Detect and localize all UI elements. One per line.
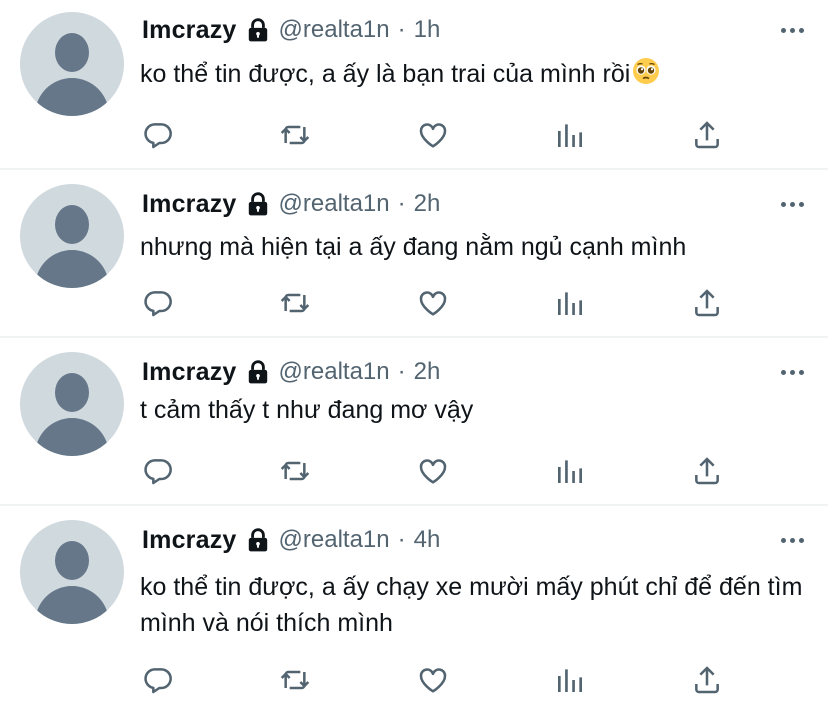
tweet-header: Imcrazy @realta1n · 4h xyxy=(142,523,440,557)
avatar[interactable] xyxy=(20,352,124,456)
tweet-actions xyxy=(0,286,828,320)
tweet-text-body: t cảm thấy t như đang mơ vậy xyxy=(140,396,474,424)
analytics-icon[interactable] xyxy=(553,286,587,320)
separator-dot: · xyxy=(397,16,406,43)
tweet-text-body: ko thể tin được, a ấy là bạn trai của mì… xyxy=(140,60,631,88)
tweet-text-body: ko thể tin được, a ấy chạy xe mười mấy p… xyxy=(140,573,803,637)
share-icon[interactable] xyxy=(690,118,724,152)
tweet[interactable]: Imcrazy @realta1n · 2h t cảm thấy t như … xyxy=(0,338,828,504)
user-handle[interactable]: @realta1n xyxy=(279,526,390,554)
retweet-icon[interactable] xyxy=(278,663,312,697)
reply-icon[interactable] xyxy=(141,663,175,697)
display-name[interactable]: Imcrazy xyxy=(142,16,237,45)
lock-icon xyxy=(245,527,271,553)
lock-icon xyxy=(245,191,271,217)
separator-dot: · xyxy=(397,526,406,553)
timestamp[interactable]: 1h xyxy=(414,16,441,44)
tweet-actions xyxy=(0,663,828,697)
tweet-actions xyxy=(0,118,828,152)
timestamp[interactable]: 2h xyxy=(414,190,441,218)
more-dots-icon[interactable] xyxy=(781,370,804,375)
tweet-header: Imcrazy @realta1n · 1h xyxy=(142,13,440,47)
display-name[interactable]: Imcrazy xyxy=(142,358,237,387)
analytics-icon[interactable] xyxy=(553,663,587,697)
retweet-icon[interactable] xyxy=(278,454,312,488)
tweet-feed: Imcrazy @realta1n · 1h ko thể tin được, … xyxy=(0,0,828,709)
display-name[interactable]: Imcrazy xyxy=(142,190,237,219)
tweet-header: Imcrazy @realta1n · 2h xyxy=(142,187,440,221)
tweet[interactable]: Imcrazy @realta1n · 1h ko thể tin được, … xyxy=(0,0,828,168)
share-icon[interactable] xyxy=(690,454,724,488)
user-handle[interactable]: @realta1n xyxy=(279,358,390,386)
share-icon[interactable] xyxy=(690,286,724,320)
share-icon[interactable] xyxy=(690,663,724,697)
tweet[interactable]: Imcrazy @realta1n · 4h ko thể tin được, … xyxy=(0,506,828,709)
retweet-icon[interactable] xyxy=(278,286,312,320)
separator-dot: · xyxy=(397,358,406,385)
separator-dot: · xyxy=(397,190,406,217)
reply-icon[interactable] xyxy=(141,454,175,488)
reply-icon[interactable] xyxy=(141,286,175,320)
avatar[interactable] xyxy=(20,520,124,624)
avatar[interactable] xyxy=(20,12,124,116)
user-handle[interactable]: @realta1n xyxy=(279,190,390,218)
pleading-face-emoji-icon xyxy=(632,57,660,95)
tweet[interactable]: Imcrazy @realta1n · 2h nhưng mà hiện tại… xyxy=(0,170,828,336)
more-dots-icon[interactable] xyxy=(781,538,804,543)
heart-icon[interactable] xyxy=(416,454,450,488)
more-dots-icon[interactable] xyxy=(781,28,804,33)
tweet-header: Imcrazy @realta1n · 2h xyxy=(142,355,440,389)
lock-icon xyxy=(245,359,271,385)
heart-icon[interactable] xyxy=(416,286,450,320)
reply-icon[interactable] xyxy=(141,118,175,152)
heart-icon[interactable] xyxy=(416,118,450,152)
timestamp[interactable]: 4h xyxy=(414,526,441,554)
tweet-actions xyxy=(0,454,828,488)
retweet-icon[interactable] xyxy=(278,118,312,152)
heart-icon[interactable] xyxy=(416,663,450,697)
display-name[interactable]: Imcrazy xyxy=(142,526,237,555)
more-dots-icon[interactable] xyxy=(781,202,804,207)
user-handle[interactable]: @realta1n xyxy=(279,16,390,44)
tweet-text: t cảm thấy t như đang mơ vậy xyxy=(140,392,820,428)
timestamp[interactable]: 2h xyxy=(414,358,441,386)
tweet-text: ko thể tin được, a ấy là bạn trai của mì… xyxy=(140,56,820,95)
tweet-text: ko thể tin được, a ấy chạy xe mười mấy p… xyxy=(140,569,820,641)
tweet-text-body: nhưng mà hiện tại a ấy đang nằm ngủ cạnh… xyxy=(140,233,687,261)
tweet-text: nhưng mà hiện tại a ấy đang nằm ngủ cạnh… xyxy=(140,229,820,265)
analytics-icon[interactable] xyxy=(553,454,587,488)
analytics-icon[interactable] xyxy=(553,118,587,152)
avatar[interactable] xyxy=(20,184,124,288)
lock-icon xyxy=(245,17,271,43)
